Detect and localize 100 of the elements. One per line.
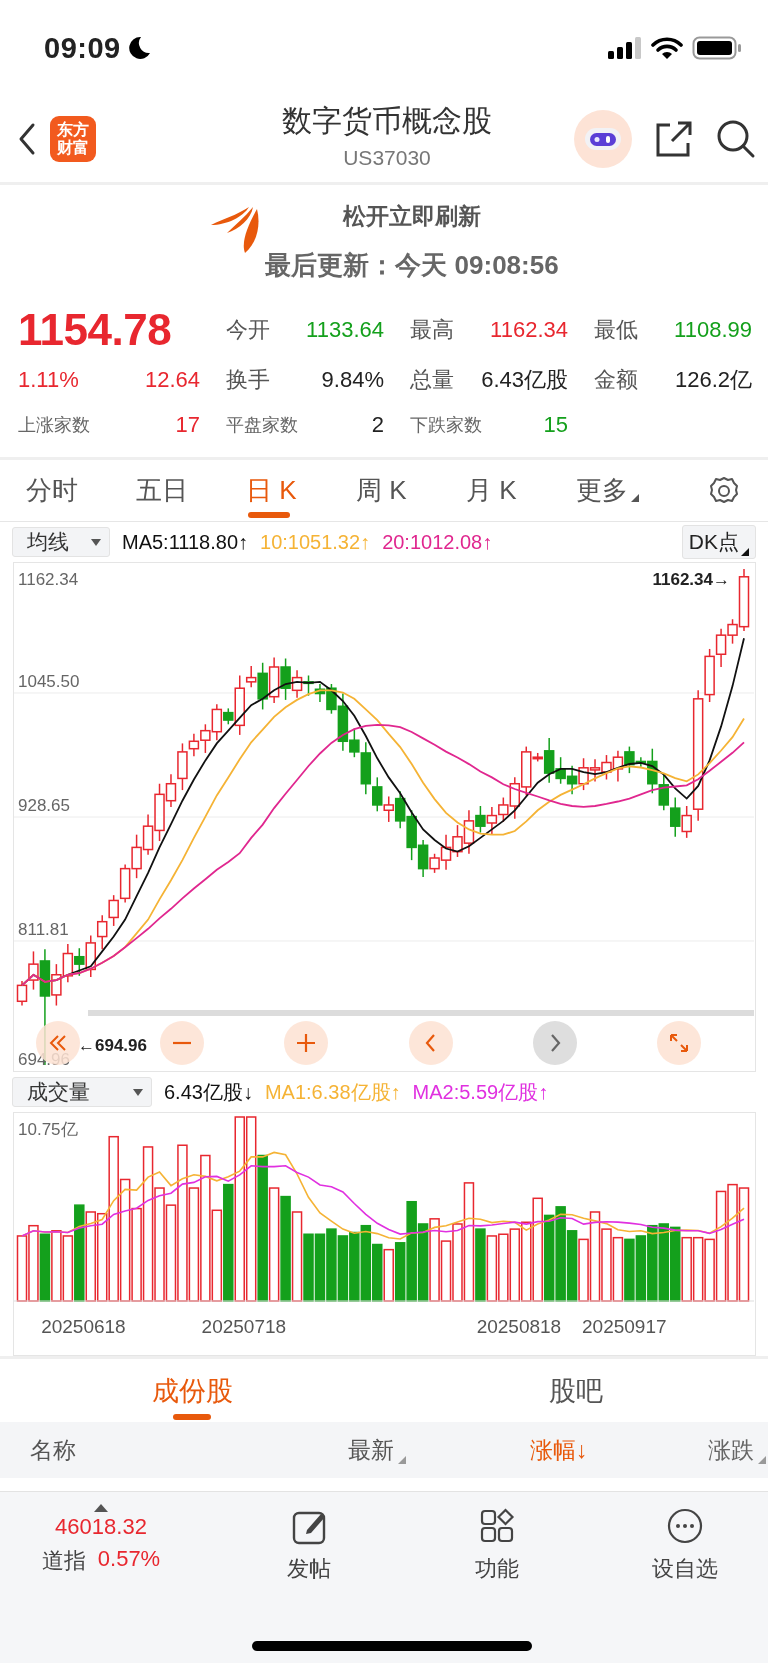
volume-bar: [349, 1231, 360, 1302]
back-button[interactable]: [18, 122, 36, 156]
sort-triangle-icon: [398, 1455, 406, 1464]
date-label: 20250718: [201, 1316, 287, 1337]
axis-label: 694.96: [18, 1050, 70, 1069]
date-label: 20250618: [41, 1316, 126, 1337]
volume-selector[interactable]: 成交量: [12, 1077, 152, 1107]
column-header[interactable]: 最新: [330, 1434, 406, 1466]
caret-icon: [91, 538, 101, 546]
signal-icon: [608, 37, 642, 59]
volume-bar: [372, 1243, 383, 1302]
volume-bar: [303, 1233, 314, 1302]
stat-value: 6.43亿股: [481, 366, 568, 394]
axis-label: 1045.50: [18, 672, 80, 691]
index-code: US37030: [343, 146, 431, 170]
candlestick: [670, 796, 681, 838]
stat-label: 金额: [594, 366, 638, 394]
stat-value: 2: [371, 412, 384, 438]
stat-value: 15: [543, 412, 568, 438]
candlestick: [601, 754, 612, 781]
functions-button[interactable]: 功能: [442, 1508, 552, 1584]
volume-bar: [486, 1235, 498, 1302]
expand-button[interactable]: [656, 1021, 701, 1065]
sort-triangle-icon: [758, 1455, 766, 1464]
candlestick: [566, 764, 578, 796]
period-tab[interactable]: 更多: [576, 459, 686, 522]
axis-label: 811.81: [18, 920, 69, 939]
volume-bar: [39, 1233, 51, 1302]
stat-label: 下跌家数: [410, 414, 482, 437]
stat-value: 1108.99: [674, 317, 752, 343]
candlestick: [486, 806, 498, 836]
axis-label: 1162.34: [18, 570, 79, 589]
zoom-out-icon: [171, 1041, 194, 1045]
stat-value: 126.2亿: [674, 366, 752, 394]
period-tab[interactable]: 月 K: [466, 459, 576, 522]
index-price: 1154.78: [18, 305, 173, 355]
volume-bar: [612, 1236, 624, 1302]
period-tab[interactable]: 五日: [136, 459, 246, 522]
candlestick: [200, 723, 211, 754]
period-tab[interactable]: 周 K: [356, 459, 466, 522]
refresh-hint: 松开立即刷新: [343, 202, 481, 231]
candlestick: [62, 943, 74, 983]
stat-label: 今开: [226, 316, 270, 344]
candlestick: [108, 894, 119, 927]
candlestick: [96, 914, 108, 951]
indicator-value: MA2:5.59亿股↑: [412, 1079, 549, 1105]
search-icon: [716, 119, 756, 159]
section-tab[interactable]: 成份股: [0, 1359, 384, 1422]
zoom-in-icon: [295, 1032, 318, 1054]
candlestick: [268, 656, 280, 704]
section-tab[interactable]: 股吧: [384, 1359, 768, 1422]
column-header[interactable]: 名称: [30, 1434, 76, 1466]
wifi-icon: [651, 36, 683, 60]
candlestick: [303, 674, 314, 697]
indicator-selector[interactable]: 均线: [12, 527, 110, 557]
battery-icon: [692, 36, 742, 60]
volume-bar: [498, 1233, 509, 1302]
stat-label: 总量: [410, 366, 454, 394]
search-button[interactable]: [716, 119, 756, 159]
period-tab[interactable]: 分时: [26, 459, 136, 522]
candlestick: [119, 863, 131, 904]
chevron-left-icon: [18, 122, 36, 156]
zoom-in-button[interactable]: [284, 1021, 329, 1065]
post-button[interactable]: 发帖: [254, 1508, 364, 1584]
candlestick: [383, 795, 394, 823]
change-value: 12.64: [144, 367, 200, 393]
share-button[interactable]: [654, 119, 694, 159]
add-watchlist-button[interactable]: 设自选: [630, 1508, 740, 1584]
stat-label: 平盘家数: [226, 414, 298, 437]
more-icon: [667, 1508, 703, 1546]
indicator-value: 10:1051.32↑: [260, 530, 371, 554]
up-caret-icon: [94, 1504, 108, 1512]
period-tab[interactable]: 日 K: [246, 459, 356, 522]
candlestick: [589, 758, 601, 783]
dropdown-triangle-icon: [741, 548, 749, 556]
stat-label: 上涨家数: [18, 414, 90, 437]
index-ticker[interactable]: 46018.32 道指 0.57%: [26, 1504, 176, 1576]
date-label: 20250818: [476, 1316, 562, 1337]
volume-bar: [692, 1236, 704, 1302]
column-header[interactable]: 涨跌: [660, 1434, 766, 1466]
volume-bar: [578, 1238, 589, 1302]
volume-bar: [337, 1235, 349, 1302]
candlestick: [612, 750, 624, 783]
high-price-marker: 1162.34→: [652, 570, 730, 589]
last-updated-text: 最后更新：今天 09:08:56: [265, 249, 559, 282]
candlestick: [394, 790, 406, 830]
axis-label: 928.65: [18, 796, 70, 815]
indicator-value: 6.43亿股↓: [164, 1079, 253, 1105]
candlestick: [578, 757, 589, 791]
indicator-value: MA1:6.38亿股↑: [264, 1079, 401, 1105]
expand-icon: [667, 1032, 690, 1054]
stat-value: 17: [175, 412, 200, 438]
caret-icon: [133, 1088, 143, 1096]
volume-bar: [635, 1235, 647, 1302]
dk-points-button[interactable]: DK点: [681, 525, 756, 559]
volume-bar: [566, 1230, 578, 1302]
share-icon: [654, 119, 694, 159]
indicator-value: MA5:1118.80↑: [122, 530, 248, 554]
volume-bar: [314, 1233, 326, 1302]
indicator-value: 20:1012.08↑: [382, 530, 493, 554]
